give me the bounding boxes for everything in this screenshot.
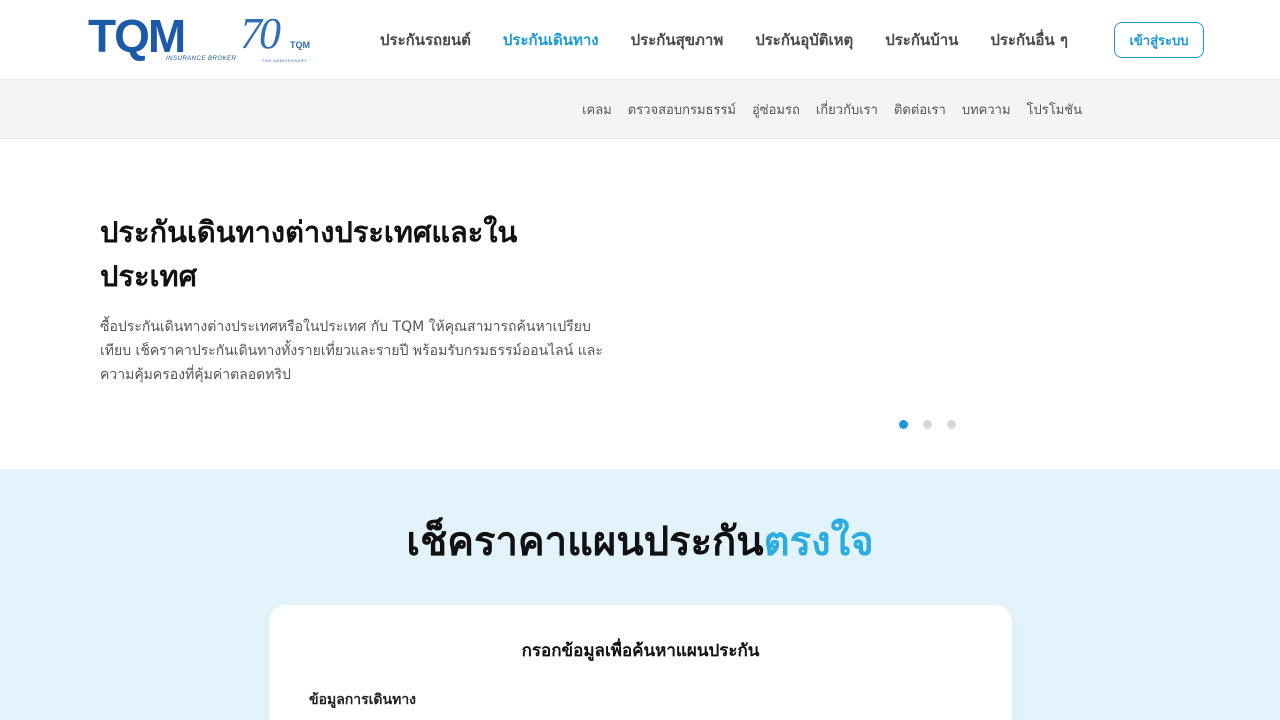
nav-health-insurance[interactable]: ประกันสุขภาพ (631, 28, 724, 52)
anniversary-number: 70 (240, 9, 281, 58)
top-header: TQM INSURANCE BROKER 70 TQM 70th ANNIVER… (0, 0, 1280, 80)
tqm-wordmark-text: TQM (88, 10, 186, 62)
carousel-dot-1[interactable] (899, 420, 908, 429)
search-heading-highlight: ตรงใจ (763, 519, 874, 565)
subnav-contact-us[interactable]: ติดต่อเรา (894, 99, 946, 120)
anniversary-subtitle: 70th ANNIVERSARY (262, 58, 308, 63)
nav-accident-insurance[interactable]: ประกันอุบัติเหตุ (755, 28, 853, 52)
tqm-wordmark: TQM INSURANCE BROKER (88, 10, 237, 66)
nav-other-insurance[interactable]: ประกันอื่น ๆ (990, 28, 1068, 52)
subnav-claim[interactable]: เคลม (582, 99, 612, 120)
sub-nav: เคลม ตรวจสอบกรมธรรม์ อู่ซ่อมรถ เกี่ยวกับ… (0, 80, 1280, 139)
tqm-logo[interactable]: TQM INSURANCE BROKER 70 TQM 70th ANNIVER… (88, 9, 320, 66)
subnav-check-policy[interactable]: ตรวจสอบกรมธรรม์ (628, 99, 736, 120)
anniversary-brand: TQM (290, 40, 310, 50)
tqm-wordmark-subtitle: INSURANCE BROKER (166, 56, 237, 62)
carousel-dot-3[interactable] (947, 420, 956, 429)
search-heading-main: เช็คราคาแผนประกัน (406, 519, 764, 565)
search-form-card: กรอกข้อมูลเพื่อค้นหาแผนประกัน ข้อมูลการเ… (269, 605, 1012, 720)
search-heading: เช็คราคาแผนประกันตรงใจ (0, 509, 1280, 573)
nav-car-insurance[interactable]: ประกันรถยนต์ (380, 28, 471, 52)
nav-travel-insurance[interactable]: ประกันเดินทาง (503, 28, 599, 52)
carousel-indicators (899, 420, 971, 429)
main-nav: ประกันรถยนต์ ประกันเดินทาง ประกันสุขภาพ … (380, 0, 1068, 80)
subnav-about-us[interactable]: เกี่ยวกับเรา (816, 99, 878, 120)
nav-home-insurance[interactable]: ประกันบ้าน (885, 28, 958, 52)
subnav-promotions[interactable]: โปรโมชัน (1027, 99, 1082, 120)
travel-info-label: ข้อมูลการเดินทาง (309, 692, 417, 708)
carousel-dot-2[interactable] (923, 420, 932, 429)
sub-nav-links: เคลม ตรวจสอบกรมธรรม์ อู่ซ่อมรถ เกี่ยวกับ… (566, 80, 1082, 139)
subnav-garages[interactable]: อู่ซ่อมรถ (752, 99, 800, 120)
hero-banner: ประกันเดินทางต่างประเทศและในประเทศ ซื้อป… (0, 140, 1280, 469)
anniversary-logo: 70 TQM 70th ANNIVERSARY (240, 9, 320, 66)
hero-title: ประกันเดินทางต่างประเทศและในประเทศ (100, 215, 518, 293)
search-form-title: กรอกข้อมูลเพื่อค้นหาแผนประกัน (521, 641, 760, 661)
subnav-articles[interactable]: บทความ (962, 99, 1011, 120)
login-button[interactable]: เข้าสู่ระบบ (1114, 22, 1204, 58)
plan-search-section: เช็คราคาแผนประกันตรงใจ กรอกข้อมูลเพื่อค้… (0, 469, 1280, 720)
hero-description: ซื้อประกันเดินทางต่างประเทศหรือในประเทศ … (100, 319, 603, 383)
